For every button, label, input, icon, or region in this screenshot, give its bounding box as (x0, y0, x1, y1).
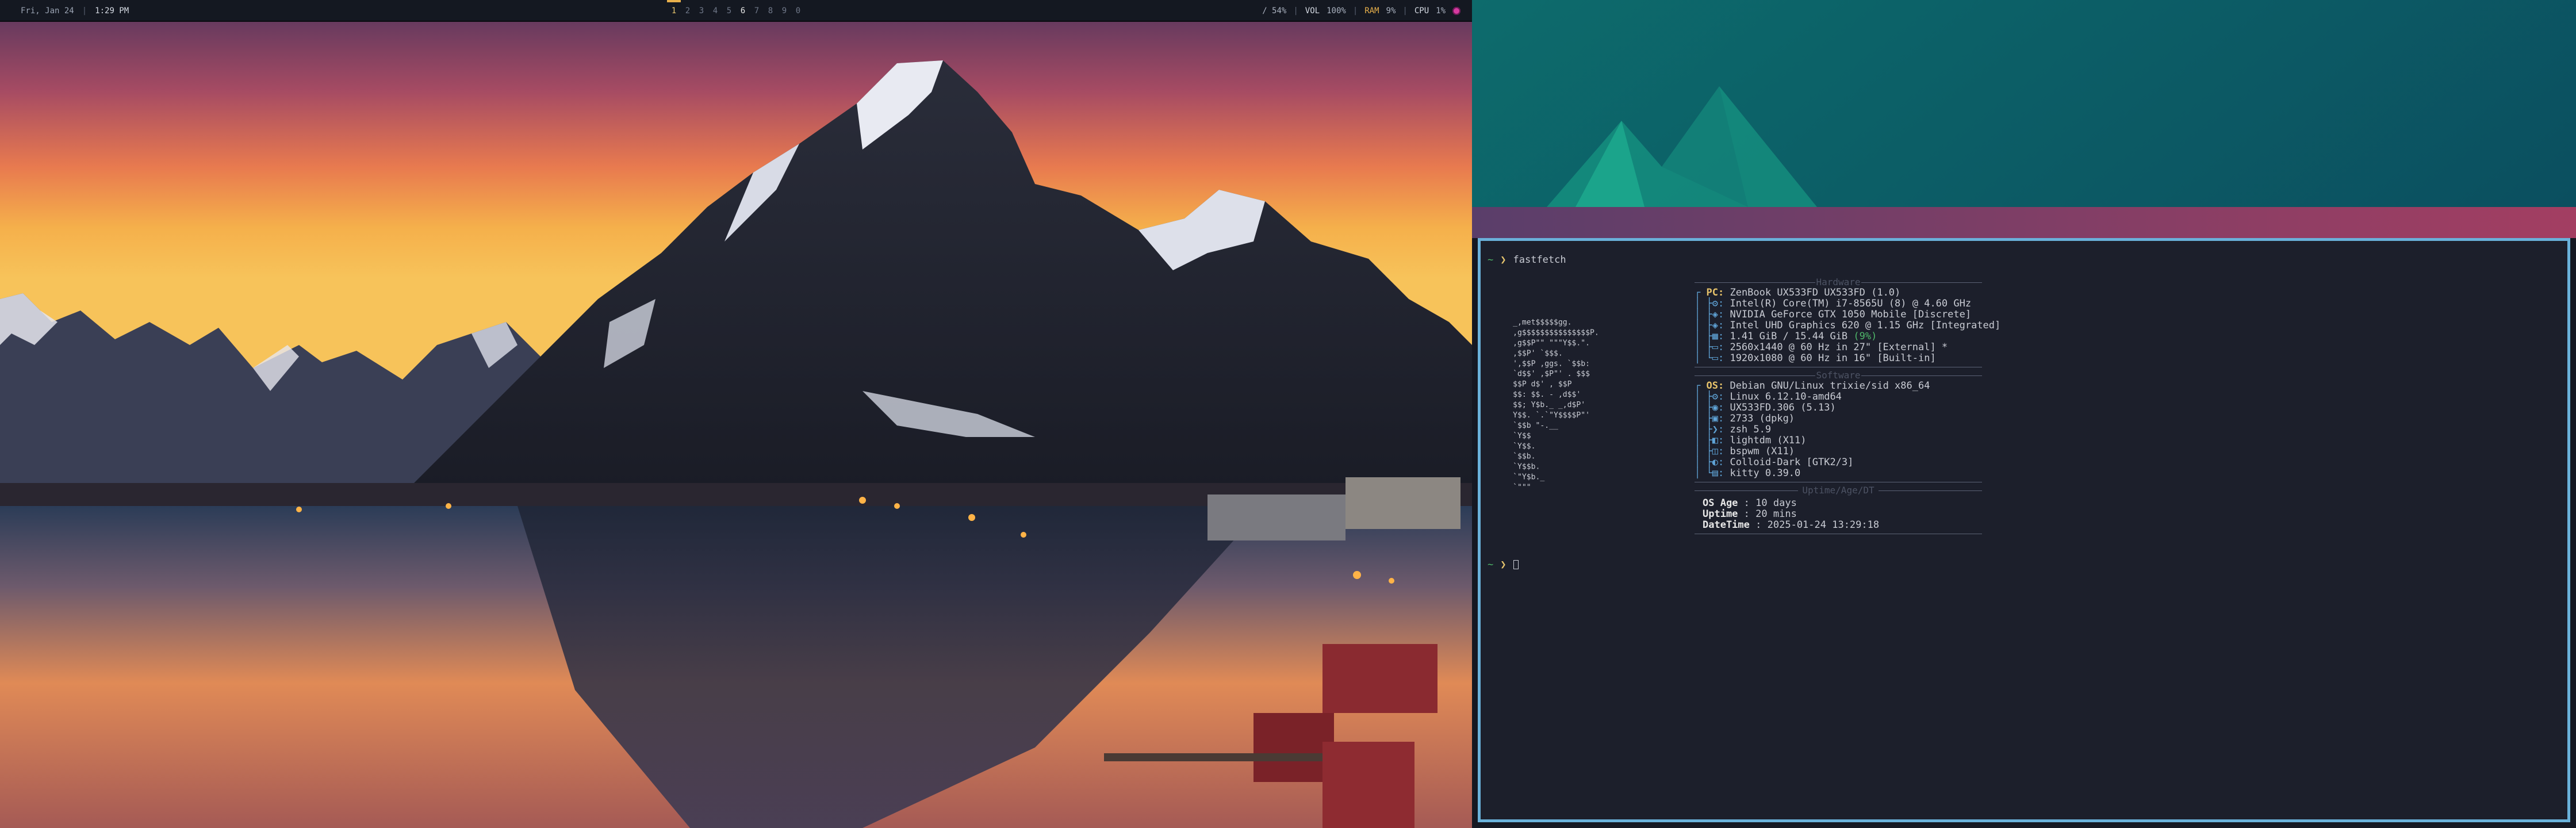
memory-percent: (9%) (1853, 331, 1877, 342)
workspace-2[interactable]: 2 (681, 0, 695, 22)
volume-value: 100% (1327, 6, 1346, 16)
logo-line: ,$$P' `$$$. (1513, 349, 1563, 358)
gpu-icon: ◈: (1712, 320, 1724, 331)
monitor-left: Fri, Jan 24 | 1:29 PM 1 2 3 4 5 6 7 8 9 … (0, 0, 1472, 828)
uptime-header: Uptime/Age/DT (1695, 485, 1982, 496)
clock-text: 1:29 PM (95, 6, 129, 16)
login-manager-icon: ◧: (1712, 435, 1724, 446)
sw-row: │ ├◐: Colloid-Dark [GTK2/3] (1695, 457, 1854, 468)
prompt-arrow-icon: ❯ (1500, 254, 1506, 266)
command-line-empty[interactable]: ~ ❯ (1488, 559, 1519, 570)
monitor-right: ~ ❯ fastfetch _,met$$$$$gg. ,g$$$$$$$$$$… (1472, 0, 2576, 828)
display-icon: ▭: (1712, 342, 1724, 353)
stat-separator: | (1293, 6, 1298, 16)
logo-line: `"Y$b._ (1513, 473, 1544, 482)
terminal-icon: ▤: (1712, 467, 1724, 479)
logo-line: $$: $$. - ,d$$' (1513, 390, 1581, 399)
software-header: Software (1695, 370, 1982, 381)
hw-row: │ ├▦: 1.41 GiB / 15.44 GiB (9%) (1695, 331, 1877, 342)
debian-ascii-logo: _,met$$$$$gg. ,g$$$$$$$$$$$$$$$P. ,g$$P"… (1513, 319, 1599, 492)
logo-line: Y$$. `.`"Y$$$$P"' (1513, 411, 1590, 420)
date-text: Fri, Jan 24 (21, 6, 74, 16)
bios-icon: ◉: (1712, 402, 1724, 413)
sw-row: │ └▤: kitty 0.39.0 (1695, 467, 1801, 479)
hw-row: │ ├◈: NVIDIA GeForce GTX 1050 Mobile [Di… (1695, 309, 1972, 320)
theme-icon: ◐: (1712, 457, 1724, 468)
prompt-cwd: ~ (1488, 559, 1494, 570)
stat-separator: | (1352, 6, 1358, 16)
stat-separator: | (1402, 6, 1408, 16)
sw-row: ┌ OS: Debian GNU/Linux trixie/sid x86_64 (1695, 380, 1930, 392)
logo-line: `$$b "-.__ (1513, 421, 1558, 430)
uptime-row: DateTime : 2025-01-24 13:29:18 (1703, 519, 1880, 531)
prompt-cwd: ~ (1488, 254, 1494, 266)
logo-line: $$; Y$b._ _,d$P' (1513, 401, 1585, 409)
workspace-1[interactable]: 1 (667, 0, 681, 22)
workspace-0[interactable]: 0 (791, 0, 805, 22)
memory-icon: ▦: (1712, 331, 1724, 342)
logo-line: ,g$$$$$$$$$$$$$$$P. (1513, 328, 1599, 337)
logo-line: ',$$P ,ggs. `$$b: (1513, 359, 1590, 368)
sw-row: │ ├❯: zsh 5.9 (1695, 424, 1772, 435)
workspace-9[interactable]: 9 (777, 0, 791, 22)
logo-line: ,g$$P"" """Y$$.". (1513, 339, 1590, 347)
logo-line: `Y$$b. (1513, 463, 1540, 471)
logo-line: `d$$' ,$P"' . $$$ (1513, 370, 1590, 378)
uptime-title: Uptime/Age/DT (1802, 485, 1874, 496)
brightness-indicator[interactable]: / 54% (1262, 6, 1286, 16)
ram-label: RAM (1364, 6, 1379, 16)
shell-icon: ❯: (1712, 424, 1724, 435)
hw-row: ┌ PC: ZenBook UX533FD UX533FD (1.0) (1695, 287, 1901, 298)
cpu-value: 1% (1436, 6, 1446, 16)
status-bar-right: / 54% | VOL 100% | RAM 9% | CPU 1% (1262, 0, 1460, 22)
workspace-8[interactable]: 8 (764, 0, 777, 22)
status-bar-left: Fri, Jan 24 | 1:29 PM (21, 0, 129, 22)
logo-line: `$$b. (1513, 453, 1535, 461)
logo-line: `Y$$. (1513, 442, 1535, 451)
sw-row: │ ├◫: bspwm (X11) (1695, 446, 1795, 457)
sw-row: │ ├◧: lightdm (X11) (1695, 435, 1807, 446)
hw-row: │ └▭: 1920x1080 @ 60 Hz in 16" [Built-in… (1695, 352, 1936, 364)
cpu-label: CPU (1414, 6, 1429, 16)
hw-row: │ ├⚙: Intel(R) Core(TM) i7-8565U (8) @ 4… (1695, 298, 1972, 309)
workspace-switcher: 1 2 3 4 5 6 7 8 9 0 (667, 0, 805, 22)
wallpaper-mountain-lake (0, 0, 1472, 828)
hw-row: │ ├▭: 2560x1440 @ 60 Hz in 27" [External… (1695, 342, 1948, 353)
command-line: ~ ❯ fastfetch (1488, 255, 1566, 266)
sw-row: │ ├⚙: Linux 6.12.10-amd64 (1695, 391, 1842, 402)
software-title: Software (1816, 370, 1861, 381)
date-time-separator: | (82, 6, 87, 16)
hardware-title: Hardware (1816, 277, 1861, 288)
power-icon[interactable] (1452, 7, 1460, 15)
logo-line: _,met$$$$$gg. (1513, 319, 1571, 327)
ram-value: 9% (1386, 6, 1396, 16)
kernel-icon: ⚙: (1712, 391, 1724, 402)
volume-label[interactable]: VOL (1305, 6, 1320, 16)
command-text: fastfetch (1513, 254, 1566, 266)
logo-line: `""" (1513, 484, 1531, 492)
hw-row: │ ├◈: Intel UHD Graphics 620 @ 1.15 GHz … (1695, 320, 2001, 331)
display-icon: ▭: (1712, 352, 1724, 364)
workspace-6[interactable]: 6 (736, 0, 750, 22)
terminal-window[interactable]: ~ ❯ fastfetch _,met$$$$$gg. ,g$$$$$$$$$$… (1478, 238, 2570, 822)
window-manager-icon: ◫: (1712, 446, 1724, 457)
hardware-header: Hardware (1695, 277, 1982, 288)
logo-line: `Y$$ (1513, 432, 1531, 440)
workspace-4[interactable]: 4 (708, 0, 722, 22)
workspace-3[interactable]: 3 (695, 0, 708, 22)
package-icon: ▣: (1712, 413, 1724, 424)
text-cursor (1513, 560, 1519, 569)
uptime-row: OS Age : 10 days (1703, 497, 1797, 509)
gpu-icon: ◈: (1712, 309, 1724, 320)
prompt-arrow-icon: ❯ (1500, 559, 1506, 570)
sw-row: │ ├▣: 2733 (dpkg) (1695, 413, 1795, 424)
sw-row: │ ├◉: UX533FD.306 (5.13) (1695, 402, 1836, 413)
status-bar: Fri, Jan 24 | 1:29 PM 1 2 3 4 5 6 7 8 9 … (0, 0, 1472, 22)
workspace-5[interactable]: 5 (722, 0, 736, 22)
workspace-7[interactable]: 7 (750, 0, 764, 22)
uptime-row: Uptime : 20 mins (1703, 508, 1797, 520)
logo-line: $$P d$' , $$P (1513, 380, 1571, 389)
cpu-icon: ⚙: (1712, 298, 1724, 309)
